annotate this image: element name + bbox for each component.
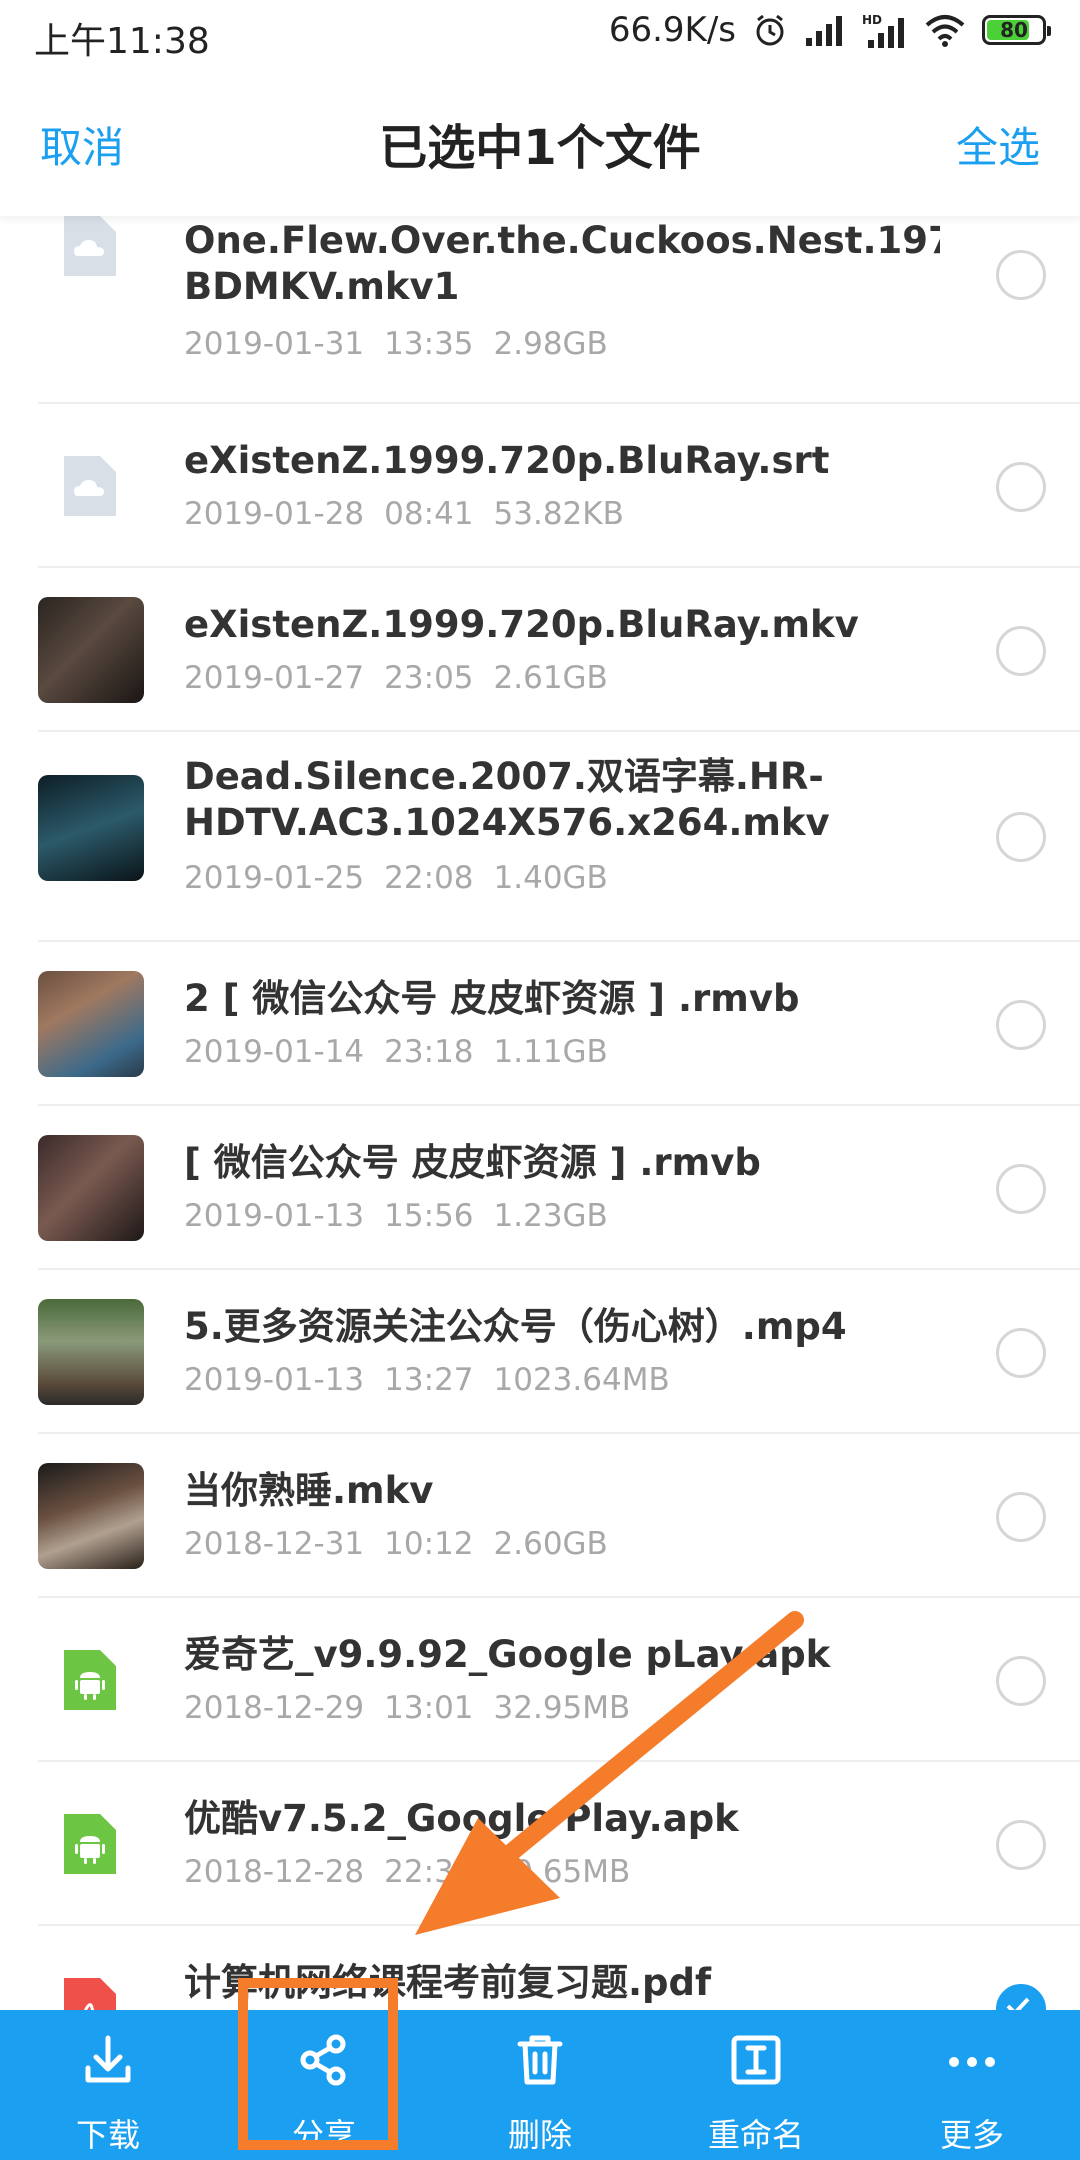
annotation-highlight-box bbox=[238, 1978, 398, 2150]
annotation-arrow bbox=[415, 1611, 804, 1935]
